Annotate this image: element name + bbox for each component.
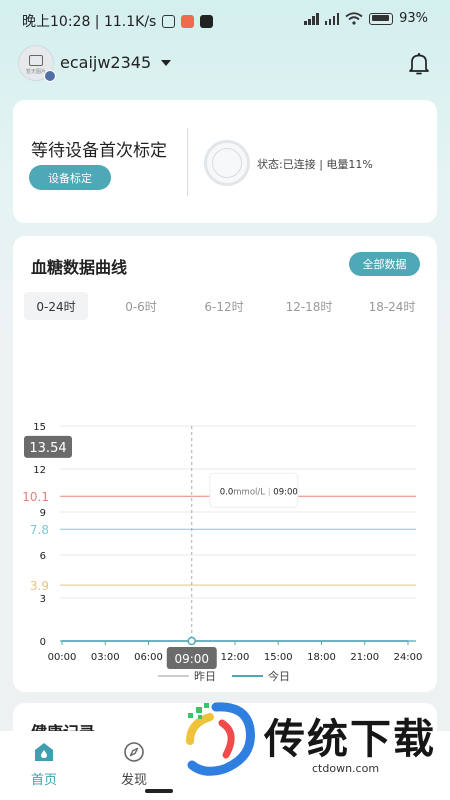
legend-label-1: 今日 [268,669,290,683]
tooltip-value: 0.0 [220,487,234,497]
caret-down-icon [161,59,172,66]
calibrate-device-button[interactable]: 设备标定 [29,165,111,190]
y-tick-9: 9 [40,508,46,519]
tooltip-unit: mmol/L [233,487,265,497]
avatar-caption: 暂无图片 [25,68,46,75]
y-tick-0: 0 [40,637,46,648]
home-icon [35,743,53,761]
y-tick-6: 6 [40,551,46,562]
nav-discover-label: 发现 [120,773,147,788]
device-icon [204,140,250,186]
watermark-logo: 传统下载 ctdown.com [176,701,446,777]
account-switcher[interactable]: ecaijw2345 [60,53,172,72]
image-placeholder-icon [29,54,43,66]
status-right: 93% [304,11,428,26]
home-indicator [145,789,173,793]
tooltip-time: 09:00 [273,487,298,497]
x-tick-06:00: 06:00 [134,652,163,663]
battery-icon [369,12,394,25]
compass-icon [124,742,144,762]
calibration-title: 等待设备首次标定 [31,141,167,161]
x-tick-12:00: 12:00 [221,652,250,663]
nav-home[interactable]: 首页 [14,741,74,788]
nav-home-label: 首页 [30,773,57,788]
device-status: 状态:已连接 | 电量11% [257,158,373,171]
calibration-card: 等待设备首次标定 设备标定 状态:已连接 | 电量11% [13,100,437,223]
watermark-url: ctdown.com [312,762,380,775]
signal-2-icon [324,12,340,25]
reference-label-7.8: 7.8 [30,523,49,537]
tooltip-text: 0.0mmol/L | 09:00 [220,487,298,497]
status-time-speed: 晚上10:28 | 11.1K/s [22,14,157,30]
legend-label-0: 昨日 [194,670,216,683]
x-tick-03:00: 03:00 [91,652,120,663]
max-value-label: 13.54 [29,441,66,456]
signal-icon [304,12,319,25]
x-tick-15:00: 15:00 [264,652,293,663]
battery-percent: 93% [399,11,428,26]
device-inner-ring [212,148,242,178]
y-tick-15: 15 [33,422,46,433]
reference-label-10.1: 10.1 [22,490,49,504]
bell-icon[interactable] [408,52,430,76]
app-notification-icon [181,14,195,28]
cursor-x-label: 09:00 [174,652,209,666]
tiktok-icon [200,14,214,28]
wifi-icon [345,12,363,25]
watermark-emblem-icon [186,702,255,776]
glucose-line-chart[interactable]: 0 3 6 9 12 15 13.54 10.1 7.8 3.9 00:00 03:00 06:00 12… [13,236,437,692]
x-tick-00:00: 00:00 [48,652,77,663]
tooltip-separator: | [265,487,273,497]
divider [187,128,188,196]
y-tick-12: 12 [33,465,46,476]
reference-label-3.9: 3.9 [30,579,49,593]
username: ecaijw2345 [60,53,152,72]
status-bar: 晚上10:28 | 11.1K/s 93% [0,0,450,40]
x-tick-18:00: 18:00 [307,652,336,663]
avatar[interactable]: 暂无图片 [18,45,56,82]
nfc-icon [162,14,176,28]
glucose-chart-card: 血糖数据曲线 全部数据 0-24时 0-6时 6-12时 12-18时 18-2… [13,236,437,692]
cursor-point [187,636,196,646]
x-tick-24:00: 24:00 [394,652,423,663]
watermark-text: 传统下载 [264,715,436,763]
y-tick-3: 3 [40,594,46,605]
x-tick-21:00: 21:00 [350,652,379,663]
avatar-badge [44,70,56,82]
nav-discover[interactable]: 发现 [104,741,164,788]
status-left: 晚上10:28 | 11.1K/s [22,11,214,31]
